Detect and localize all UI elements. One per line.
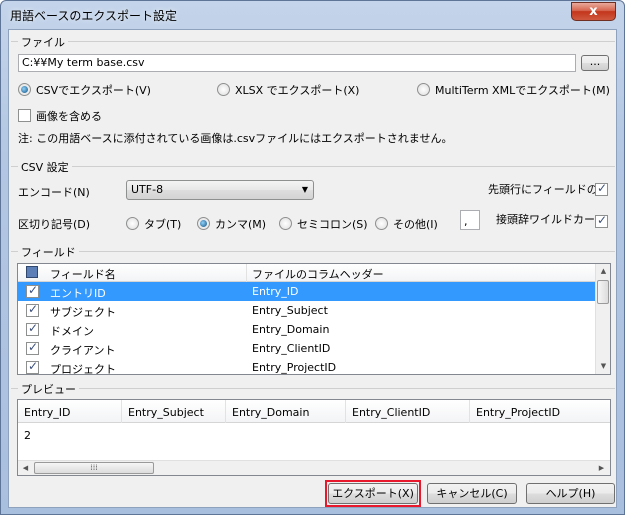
format-multiterm-radio[interactable] — [417, 83, 430, 96]
format-xlsx-label[interactable]: XLSX でエクスポート(X) — [235, 82, 359, 98]
file-group: ファイル C:¥¥My term base.csv ... CSVでエクスポート… — [11, 34, 615, 153]
other-delimiter-value: , — [464, 215, 468, 228]
preview-group-label: プレビュー — [18, 381, 79, 397]
preview-group: プレビュー Entry_ID Entry_Subject Entry_Domai… — [11, 381, 615, 476]
field-row[interactable]: ドメイン Entry_Domain — [18, 320, 597, 339]
column-divider — [345, 400, 346, 423]
delimiter-other-radio[interactable] — [375, 217, 388, 230]
csv-settings-group: CSV 設定 エンコード(N) UTF-8 ▼ 先頭行にフィールドの 区切り記号… — [11, 159, 615, 246]
encoding-value: UTF-8 — [131, 183, 164, 196]
include-images-checkbox[interactable] — [18, 109, 31, 122]
scroll-down-icon[interactable]: ▼ — [596, 359, 610, 374]
field-name: エントリID — [50, 287, 106, 300]
field-row-checkbox[interactable] — [26, 359, 39, 374]
delimiter-other-label[interactable]: その他(I) — [393, 216, 438, 232]
preview-cell: 2 — [24, 429, 31, 442]
preview-column: Entry_ID — [24, 406, 71, 419]
dialog-body: ファイル C:¥¥My term base.csv ... CSVでエクスポート… — [8, 29, 617, 508]
title-bar[interactable]: 用語ベースのエクスポート設定 x — [1, 1, 624, 29]
field-row[interactable]: プロジェクト Entry_ProjectID — [18, 358, 597, 375]
help-button[interactable]: ヘルプ(H) — [526, 483, 615, 504]
column-field-name[interactable]: フィールド名 — [50, 266, 116, 282]
delimiter-semicolon-label[interactable]: セミコロン(S) — [297, 216, 368, 232]
delimiter-semicolon-radio[interactable] — [279, 217, 292, 230]
format-multiterm-label[interactable]: MultiTerm XMLでエクスポート(M) — [435, 82, 610, 98]
encoding-label: エンコード(N) — [18, 186, 90, 199]
field-name: プロジェクト — [50, 363, 116, 375]
preview-column: Entry_ClientID — [352, 406, 431, 419]
column-file-header[interactable]: ファイルのコラムヘッダー — [252, 266, 384, 282]
delimiter-tab-radio[interactable] — [126, 217, 139, 230]
chevron-down-icon: ▼ — [301, 185, 308, 194]
close-button[interactable]: x — [571, 2, 616, 21]
delimiter-comma-radio[interactable] — [197, 217, 210, 230]
file-group-label: ファイル — [18, 34, 68, 50]
fields-list: フィールド名 ファイルのコラムヘッダー エントリID Entry_ID サブジェ… — [17, 263, 611, 375]
field-name: サブジェクト — [50, 306, 116, 319]
csv-settings-label: CSV 設定 — [18, 159, 72, 175]
first-row-checkbox[interactable] — [595, 181, 608, 196]
scroll-right-icon[interactable]: ▶ — [594, 461, 609, 475]
field-row[interactable]: クライアント Entry_ClientID — [18, 339, 597, 358]
column-divider[interactable] — [246, 264, 247, 282]
preview-table: Entry_ID Entry_Subject Entry_Domain Entr… — [17, 399, 611, 476]
column-divider — [121, 400, 122, 423]
fields-group-label: フィールド — [18, 244, 79, 260]
preview-column: Entry_ProjectID — [476, 406, 561, 419]
field-row[interactable]: サブジェクト Entry_Subject — [18, 301, 597, 320]
delimiter-label: 区切り記号(D) — [18, 218, 91, 231]
scroll-thumb[interactable] — [597, 280, 609, 304]
window-title: 用語ベースのエクスポート設定 — [10, 9, 178, 23]
delimiter-tab-label[interactable]: タブ(T) — [144, 216, 181, 232]
select-all-checkbox[interactable] — [26, 266, 38, 278]
fields-vertical-scrollbar[interactable]: ▲ ▼ — [595, 264, 610, 374]
format-xlsx-radio[interactable] — [217, 83, 230, 96]
preview-column: Entry_Domain — [232, 406, 310, 419]
preview-column: Entry_Subject — [128, 406, 204, 419]
image-export-note: 注: この用語ベースに添付されている画像は.csvファイルにはエクスポートされま… — [18, 132, 453, 145]
field-header[interactable]: Entry_ID — [252, 285, 298, 298]
encoding-select[interactable]: UTF-8 ▼ — [126, 180, 314, 200]
file-path-input[interactable]: C:¥¥My term base.csv — [18, 54, 576, 72]
browse-button[interactable]: ... — [581, 55, 609, 71]
wildcard-checkbox[interactable] — [595, 213, 608, 228]
scroll-thumb[interactable]: ⁞⁞⁞ — [34, 462, 154, 474]
format-csv-label[interactable]: CSVでエクスポート(V) — [36, 82, 151, 98]
format-csv-radio[interactable] — [18, 83, 31, 96]
export-settings-dialog: 用語ベースのエクスポート設定 x ファイル C:¥¥My term base.c… — [0, 0, 625, 515]
wildcard-label: 接頭辞ワイルドカー — [496, 213, 595, 226]
column-divider — [469, 400, 470, 423]
preview-header: Entry_ID Entry_Subject Entry_Domain Entr… — [18, 400, 610, 423]
field-name: クライアント — [50, 344, 116, 357]
column-divider — [225, 400, 226, 423]
field-header[interactable]: Entry_Domain — [252, 323, 329, 336]
field-header[interactable]: Entry_ClientID — [252, 342, 330, 355]
field-row-checkbox[interactable] — [26, 321, 39, 336]
preview-horizontal-scrollbar[interactable]: ◀ ⁞⁞⁞ ▶ — [18, 460, 610, 475]
field-header[interactable]: Entry_ProjectID — [252, 361, 336, 374]
preview-row: 2 — [18, 424, 610, 443]
cancel-button[interactable]: キャンセル(C) — [427, 483, 517, 504]
export-button[interactable]: エクスポート(X) — [328, 483, 418, 504]
delimiter-comma-label[interactable]: カンマ(M) — [215, 216, 266, 232]
field-row[interactable]: エントリID Entry_ID — [18, 282, 597, 301]
field-header[interactable]: Entry_Subject — [252, 304, 328, 317]
field-name: ドメイン — [50, 325, 94, 338]
scroll-up-icon[interactable]: ▲ — [596, 264, 610, 279]
other-delimiter-input[interactable]: , — [460, 210, 480, 230]
fields-group: フィールド フィールド名 ファイルのコラムヘッダー エントリID Entry_I… — [11, 244, 615, 377]
first-row-label: 先頭行にフィールドの — [488, 183, 598, 196]
scroll-left-icon[interactable]: ◀ — [18, 461, 33, 475]
include-images-label[interactable]: 画像を含める — [36, 108, 102, 124]
field-row-checkbox[interactable] — [26, 302, 39, 317]
field-row-checkbox[interactable] — [26, 283, 39, 298]
fields-list-header: フィールド名 ファイルのコラムヘッダー — [18, 264, 597, 282]
field-row-checkbox[interactable] — [26, 340, 39, 355]
